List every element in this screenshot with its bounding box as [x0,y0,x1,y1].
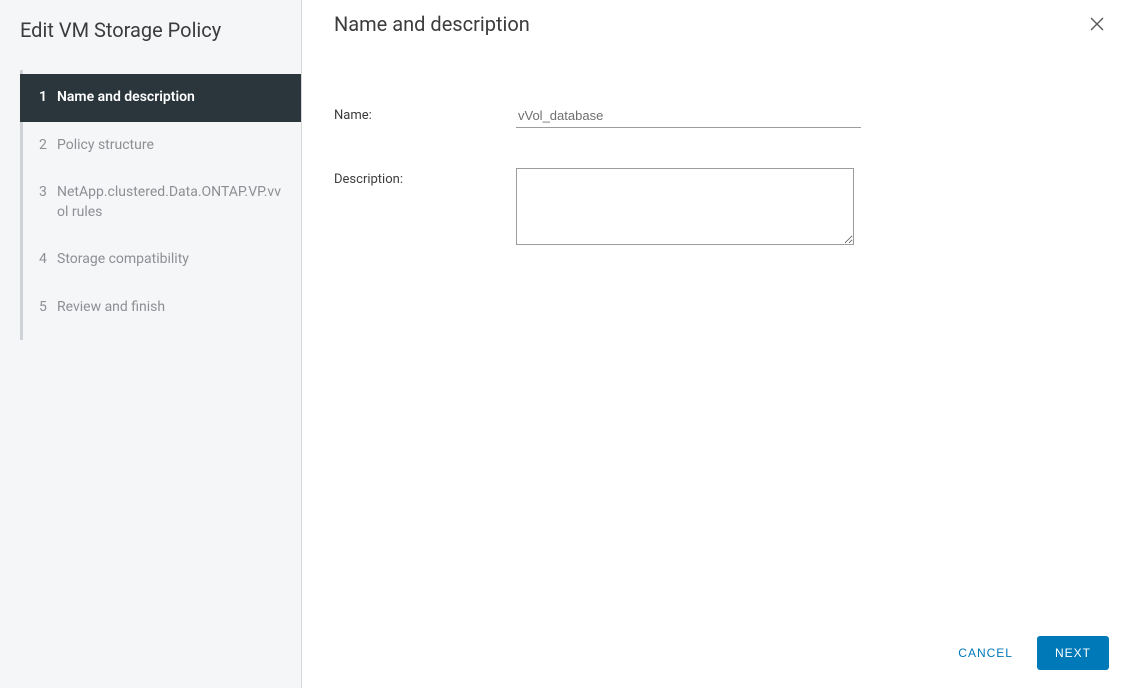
form-area: Name: Description: [302,44,1127,285]
main-panel: Name and description Name: Description: … [302,0,1127,688]
name-label: Name: [334,104,516,123]
name-row: Name: [334,104,1095,128]
step-review-and-finish[interactable]: 5 Review and finish [23,284,301,332]
wizard-sidebar: Edit VM Storage Policy 1 Name and descri… [0,0,302,688]
page-title: Name and description [334,12,530,36]
step-name-and-description[interactable]: 1 Name and description [20,74,301,122]
sidebar-title: Edit VM Storage Policy [0,18,301,70]
step-number: 1 [39,88,57,108]
description-input[interactable] [516,168,854,245]
step-label: Name and description [57,88,289,108]
description-row: Description: [334,168,1095,245]
step-netapp-vvol-rules[interactable]: 3 NetApp.clustered.Data.ONTAP.VP.vvol ru… [23,169,301,236]
wizard-footer: CANCEL NEXT [302,636,1127,688]
step-number: 2 [39,136,57,156]
step-label: NetApp.clustered.Data.ONTAP.VP.vvol rule… [57,183,289,222]
close-button[interactable] [1085,12,1109,36]
step-label: Storage compatibility [57,250,289,270]
close-icon [1089,20,1105,35]
main-header: Name and description [302,0,1127,44]
wizard-steps: 1 Name and description 2 Policy structur… [20,70,301,340]
step-storage-compatibility[interactable]: 4 Storage compatibility [23,236,301,284]
step-number: 4 [39,250,57,270]
next-button[interactable]: NEXT [1037,636,1109,670]
step-number: 3 [39,183,57,203]
description-label: Description: [334,168,516,187]
step-label: Review and finish [57,298,289,318]
step-label: Policy structure [57,136,289,156]
name-input[interactable] [516,104,861,128]
cancel-button[interactable]: CANCEL [952,638,1019,668]
step-policy-structure[interactable]: 2 Policy structure [23,122,301,170]
step-number: 5 [39,298,57,318]
